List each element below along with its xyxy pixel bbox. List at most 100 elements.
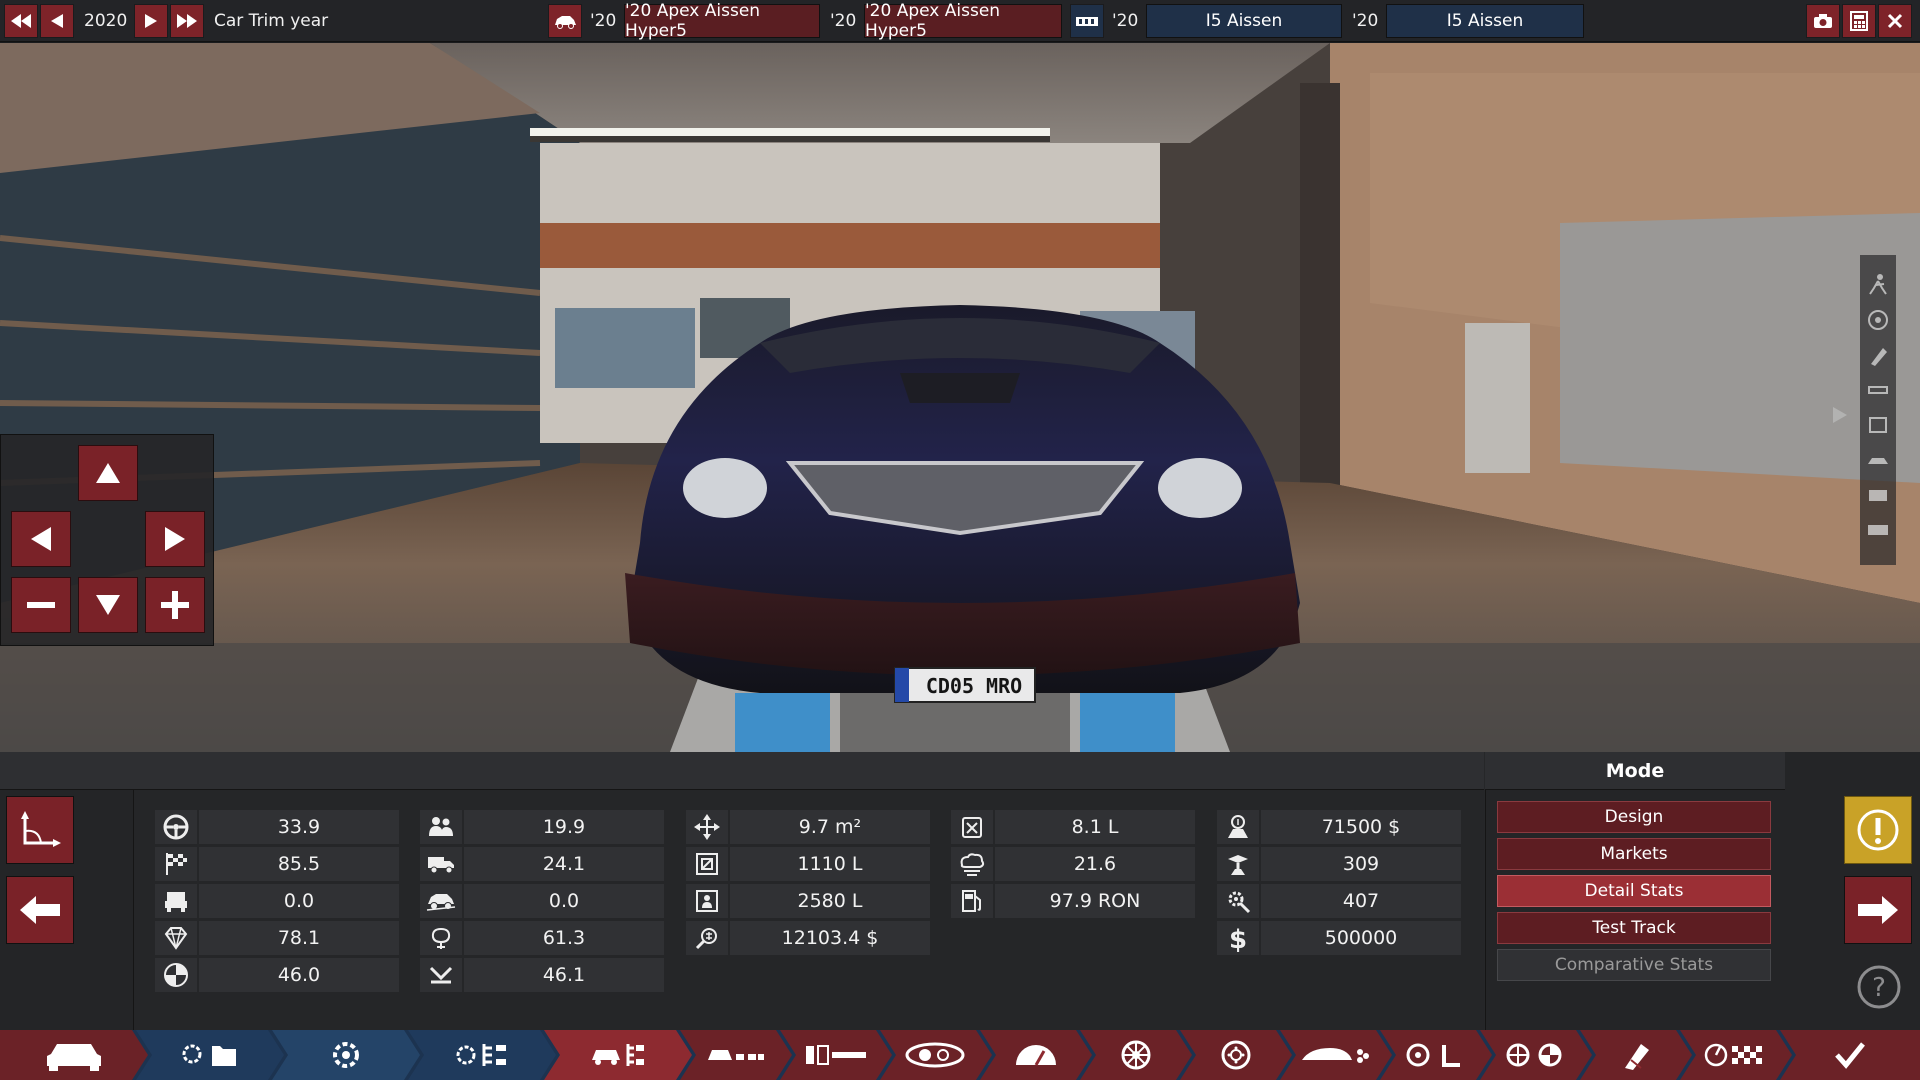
side-engine-icon[interactable]: [1864, 516, 1892, 544]
tab-aerodynamics[interactable]: [1280, 1030, 1392, 1080]
camera-right-button[interactable]: [145, 511, 205, 567]
tab-engine-family[interactable]: [272, 1030, 420, 1080]
year-last-button[interactable]: [170, 4, 204, 38]
help-button[interactable]: ?: [1856, 964, 1902, 1010]
trim-year-label: Car Trim year: [214, 11, 329, 31]
side-driver-icon[interactable]: [1864, 271, 1892, 299]
stat-frontal-area: 9.7 m²: [686, 810, 930, 844]
next-button[interactable]: [1844, 876, 1912, 944]
production-cost-icon: [1217, 810, 1259, 844]
reliability-icon: [420, 958, 462, 992]
checkered-flag-icon: [155, 847, 197, 881]
screenshot-button[interactable]: [1806, 4, 1840, 38]
camera-up-button[interactable]: [78, 445, 138, 501]
right-arrow-icon: [145, 14, 157, 28]
tab-fixtures[interactable]: [980, 1030, 1092, 1080]
tab-drivetrain[interactable]: [1480, 1030, 1592, 1080]
passengers-icon: [420, 810, 462, 844]
tab-interior[interactable]: [1380, 1030, 1492, 1080]
aero-car-icon: [1300, 1042, 1372, 1068]
side-camera-icon[interactable]: [1864, 481, 1892, 509]
tab-car-models-list[interactable]: [136, 1030, 284, 1080]
year-prev-button[interactable]: [40, 4, 74, 38]
stat-fuel-economy: 8.1 L: [951, 810, 1195, 844]
side-paint-icon[interactable]: [1864, 341, 1892, 369]
tab-body[interactable]: [880, 1030, 992, 1080]
calculator-button[interactable]: [1842, 4, 1876, 38]
warnings-button[interactable]: [1844, 796, 1912, 864]
customize-camera-button[interactable]: [6, 796, 74, 864]
stat-fuel-type: 97.9 RON: [951, 884, 1195, 918]
minus-icon: [27, 602, 55, 608]
mode-title: Mode: [1485, 752, 1785, 790]
frontal-area-icon: [686, 810, 728, 844]
tab-brakes[interactable]: [1180, 1030, 1292, 1080]
mode-markets-button[interactable]: Markets: [1497, 838, 1771, 870]
engine-icon: [1076, 17, 1098, 26]
tab-chassis[interactable]: [680, 1030, 792, 1080]
stat-comfort: 0.0: [155, 884, 399, 918]
camera-down-button[interactable]: [78, 577, 138, 633]
car-front-icon: [45, 1038, 103, 1072]
camera-left-button[interactable]: [11, 511, 71, 567]
tab-engine-variants[interactable]: [408, 1030, 556, 1080]
cargo-volume-icon: [686, 847, 728, 881]
engineering-icon: [1217, 884, 1259, 918]
tab-wheels[interactable]: [1080, 1030, 1192, 1080]
side-wheel-icon[interactable]: [1864, 306, 1892, 334]
engine-gears-icon: [323, 1038, 369, 1072]
top-bar: 2020 Car Trim year '20 '20 Apex Aissen H…: [0, 0, 1920, 42]
mode-test-track-button[interactable]: Test Track: [1497, 912, 1771, 944]
brake-disc-icon: [1220, 1039, 1252, 1071]
side-chassis-icon[interactable]: [1864, 376, 1892, 404]
model-name-field[interactable]: '20 Apex Aissen Hyper5: [624, 1, 820, 41]
suspension-icon: [804, 1042, 868, 1068]
tab-testing[interactable]: [1680, 1030, 1792, 1080]
tab-finish[interactable]: [1780, 1030, 1920, 1080]
left-column-header: [0, 752, 134, 790]
tab-car-trims[interactable]: [544, 1030, 692, 1080]
back-button[interactable]: [6, 876, 74, 944]
paint-brush-icon: [1619, 1040, 1653, 1070]
trim-name-field[interactable]: '20 Apex Aissen Hyper5: [864, 1, 1062, 41]
stat-practicality: 19.9: [420, 810, 664, 844]
garage-viewport[interactable]: CD05 MRO: [0, 43, 1920, 752]
license-plate: CD05 MRO: [925, 674, 1023, 698]
engine-variant-year: '20: [1352, 11, 1379, 31]
tab-suspension[interactable]: [780, 1030, 892, 1080]
side-expand-arrow-icon[interactable]: [1826, 401, 1854, 429]
stat-passenger-volume: 2580 L: [686, 884, 930, 918]
camera-zoom-in-button[interactable]: [145, 577, 205, 633]
close-button[interactable]: [1878, 4, 1912, 38]
engine-family-field[interactable]: I5 Aissen: [1146, 4, 1342, 38]
right-arrow-icon: [1858, 896, 1898, 924]
side-body-icon[interactable]: [1864, 411, 1892, 439]
tab-car-model[interactable]: [0, 1030, 148, 1080]
camera-zoom-out-button[interactable]: [11, 577, 71, 633]
stat-engineering-time: 407: [1217, 884, 1461, 918]
trim-year: '20: [830, 11, 857, 31]
up-triangle-icon: [96, 463, 120, 483]
year-first-button[interactable]: [4, 4, 38, 38]
steering-wheel-icon: [155, 810, 197, 844]
stat-offroad: 0.0: [420, 884, 664, 918]
side-car-icon[interactable]: [1864, 446, 1892, 474]
seat-icon: [155, 884, 197, 918]
down-triangle-icon: [96, 595, 120, 615]
tab-paint[interactable]: [1580, 1030, 1692, 1080]
diamond-icon: [155, 921, 197, 955]
engine-variant-field[interactable]: I5 Aissen: [1386, 4, 1584, 38]
stat-production-cost: 71500 $: [1217, 810, 1461, 844]
mode-detail-stats-button[interactable]: Detail Stats: [1497, 875, 1771, 907]
emissions-icon: [951, 847, 993, 881]
car-model-icon-button[interactable]: [548, 4, 582, 38]
mode-comparative-stats-button[interactable]: Comparative Stats: [1497, 949, 1771, 981]
stat-sportiness: 85.5: [155, 847, 399, 881]
mode-design-button[interactable]: Design: [1497, 801, 1771, 833]
chassis-icon: [706, 1042, 766, 1068]
year-next-button[interactable]: [134, 4, 168, 38]
service-cost-icon: [686, 921, 728, 955]
stat-reliability: 46.1: [420, 958, 664, 992]
engine-icon-button[interactable]: [1070, 4, 1104, 38]
stat-man-hours: 309: [1217, 847, 1461, 881]
